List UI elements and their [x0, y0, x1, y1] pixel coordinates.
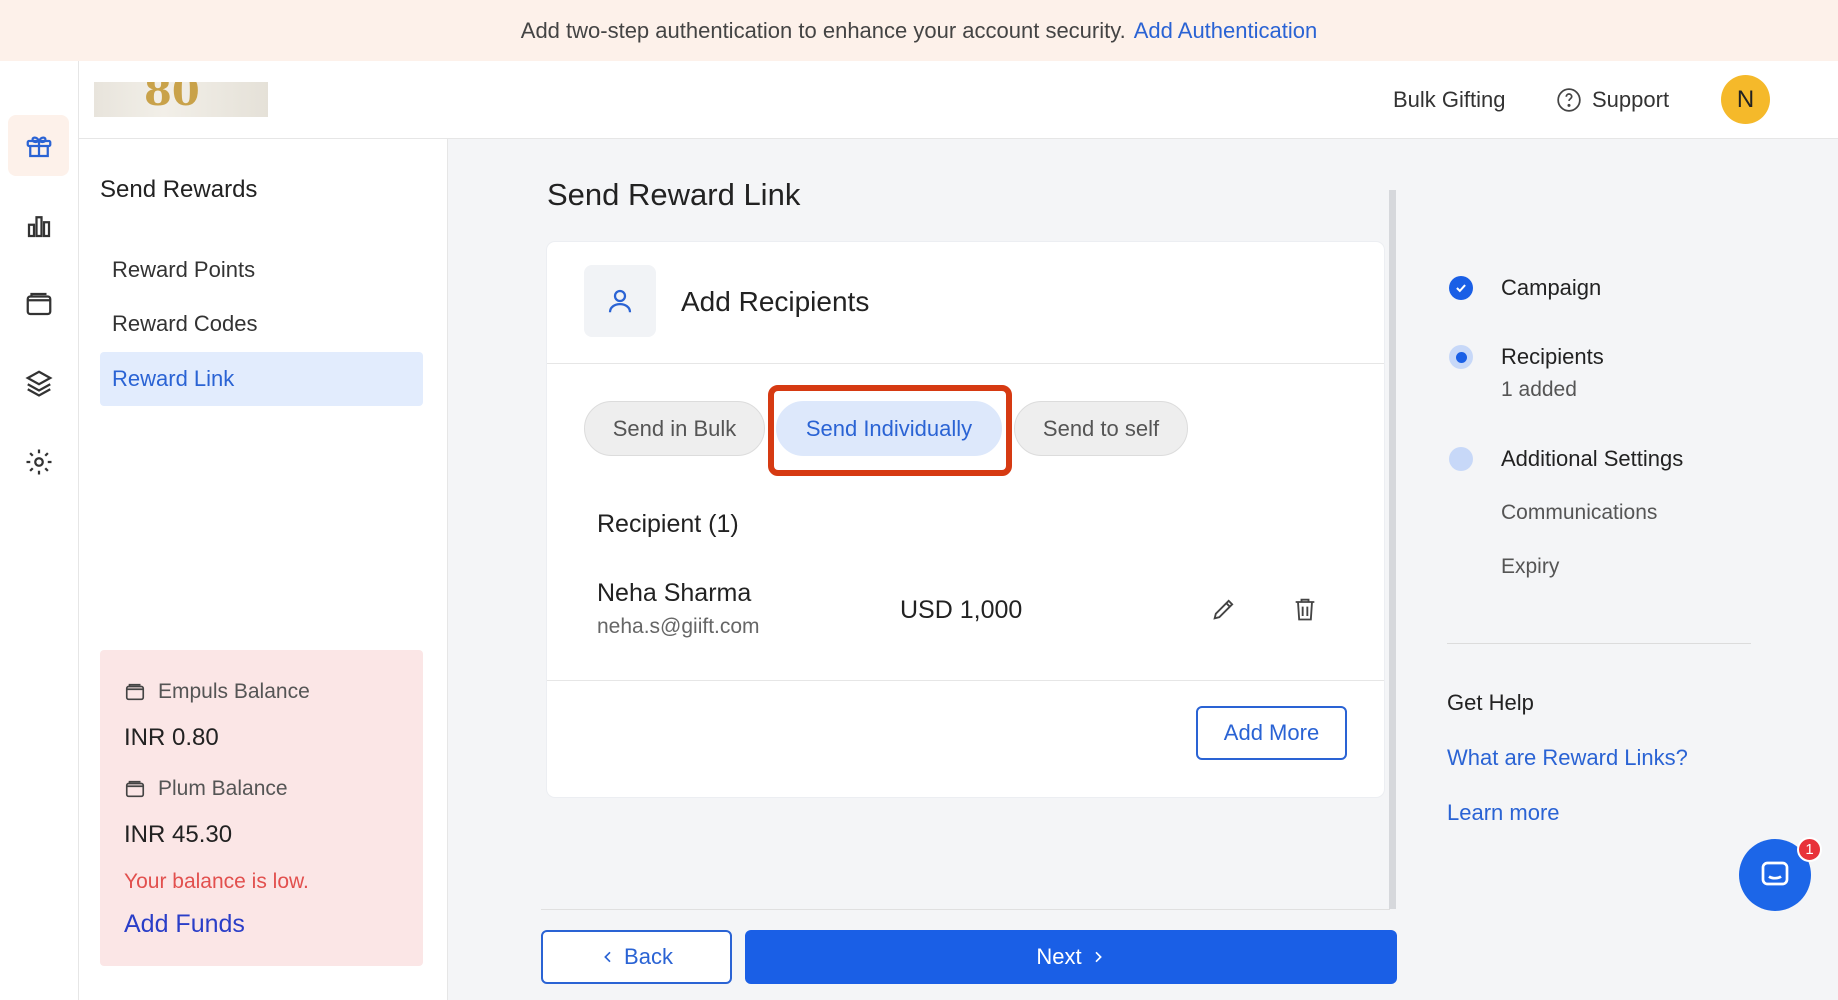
sidebar-item-reward-link[interactable]: Reward Link — [100, 352, 423, 406]
gift-icon — [26, 136, 51, 157]
empuls-balance-label: Empuls Balance — [124, 680, 310, 704]
card-header: Add Recipients — [547, 242, 1384, 364]
tab-send-individually[interactable]: Send Individually — [776, 401, 1002, 456]
recipient-heading: Recipient (1) — [597, 510, 739, 538]
page-title: Send Reward Link — [547, 177, 801, 212]
back-button[interactable]: Back — [541, 930, 732, 984]
sidebar-item-reward-codes[interactable]: Reward Codes — [100, 297, 423, 351]
plum-balance-value: INR 45.30 — [124, 821, 233, 848]
settings-icon — [26, 449, 51, 474]
recipient-name: Neha Sharma — [597, 579, 752, 607]
rail-wallet-button[interactable] — [8, 273, 69, 334]
add-more-button[interactable]: Add More — [1196, 706, 1347, 760]
trash-icon — [1295, 598, 1315, 621]
scrollbar[interactable] — [1389, 190, 1396, 909]
card-icon-box — [584, 265, 656, 337]
plum-balance-label: Plum Balance — [124, 777, 288, 801]
recipient-email: neha.s@giift.com — [597, 615, 760, 638]
user-icon — [608, 289, 632, 313]
bulk-gifting-link[interactable]: Bulk Gifting — [1393, 87, 1506, 113]
company-logo[interactable]: 80 — [94, 82, 268, 117]
delete-recipient-button[interactable] — [1288, 592, 1322, 626]
tab-send-in-bulk[interactable]: Send in Bulk — [584, 401, 765, 456]
step-additional-settings[interactable]: Additional Settings — [1501, 446, 1683, 472]
rail-reports-button[interactable] — [8, 195, 69, 256]
user-avatar[interactable]: N — [1721, 75, 1770, 124]
step-campaign-check-icon — [1449, 276, 1473, 300]
step-communications[interactable]: Communications — [1501, 501, 1657, 525]
rail-layers-button[interactable] — [8, 352, 69, 413]
add-recipients-card: Add Recipients Send in Bulk Send Individ… — [547, 242, 1384, 797]
step-campaign[interactable]: Campaign — [1501, 275, 1601, 301]
sidebar-item-reward-points[interactable]: Reward Points — [100, 243, 423, 297]
layers-icon — [24, 369, 53, 397]
wallet-icon — [26, 292, 51, 315]
what-are-reward-links-link[interactable]: What are Reward Links? — [1447, 745, 1688, 771]
chevron-right-icon — [1095, 951, 1102, 963]
add-funds-link[interactable]: Add Funds — [124, 910, 245, 939]
back-label: Back — [624, 944, 673, 969]
wallet-icon — [125, 683, 145, 701]
footer-divider — [541, 909, 1390, 910]
security-banner: Add two-step authentication to enhance y… — [0, 0, 1838, 61]
rail-settings-button[interactable] — [8, 431, 69, 492]
edit-recipient-button[interactable] — [1207, 592, 1241, 626]
step-recipients-count: 1 added — [1501, 378, 1577, 401]
chart-icon — [27, 215, 50, 237]
banner-text: Add two-step authentication to enhance y… — [520, 17, 1126, 43]
chat-notification-badge: 1 — [1797, 837, 1822, 862]
wallet-icon — [125, 780, 145, 798]
chevron-left-icon — [604, 951, 611, 963]
card-divider — [547, 680, 1384, 681]
add-authentication-link[interactable]: Add Authentication — [1134, 18, 1317, 44]
balance-panel: Empuls Balance INR 0.80 Plum Balance INR… — [100, 650, 423, 966]
step-recipients-current-icon — [1449, 345, 1473, 369]
step-additional-pending-icon — [1449, 447, 1473, 471]
get-help-title: Get Help — [1447, 690, 1534, 715]
card-title: Add Recipients — [681, 286, 870, 317]
help-divider — [1447, 643, 1751, 644]
pencil-icon — [1213, 599, 1234, 620]
step-recipients[interactable]: Recipients — [1501, 344, 1604, 370]
rail-gift-button[interactable] — [8, 115, 69, 176]
recipient-amount: USD 1,000 — [900, 596, 1023, 624]
next-button[interactable]: Next — [745, 930, 1397, 984]
tab-send-to-self[interactable]: Send to self — [1014, 401, 1188, 456]
step-expiry[interactable]: Expiry — [1501, 555, 1559, 579]
low-balance-warning: Your balance is low. — [124, 870, 309, 893]
sidebar-title: Send Rewards — [100, 176, 258, 203]
help-circle-icon — [1557, 88, 1581, 112]
support-link[interactable]: Support — [1556, 87, 1669, 113]
chat-icon — [1761, 861, 1789, 886]
next-label: Next — [1036, 944, 1082, 969]
empuls-balance-value: INR 0.80 — [124, 724, 219, 751]
learn-more-link[interactable]: Learn more — [1447, 800, 1560, 826]
support-label: Support — [1592, 87, 1670, 112]
